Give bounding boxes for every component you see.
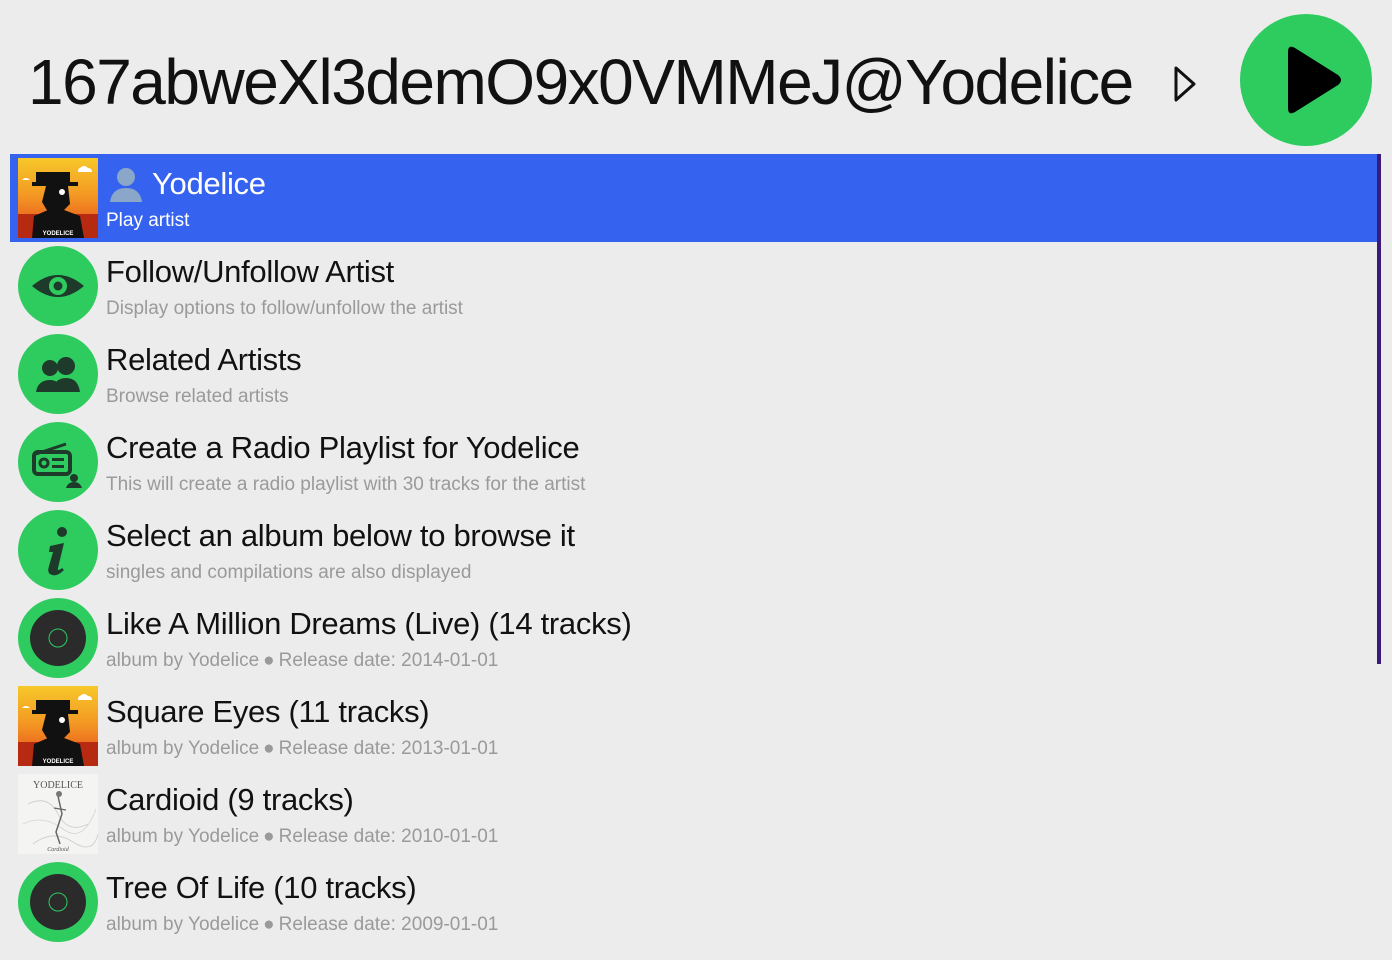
release-date: Release date: 2013-01-01: [278, 738, 499, 759]
people-icon: [18, 334, 98, 414]
svg-text:YODELICE: YODELICE: [43, 231, 74, 237]
list-item-subtitle: Play artist: [106, 210, 190, 231]
list-item-related-artists[interactable]: Related Artists Browse related artists: [10, 330, 1378, 418]
bullet-separator: ●: [263, 738, 275, 759]
list-item-artist[interactable]: YODELICE Yodelice Play artist: [10, 154, 1378, 242]
svg-text:Cardioid: Cardioid: [47, 847, 69, 853]
album-artist: album by Yodelice: [106, 738, 260, 759]
vinyl-icon: [18, 862, 98, 942]
list-item-title: Yodelice: [106, 164, 266, 204]
info-icon: [18, 510, 98, 590]
list-item-subtitle: Browse related artists: [106, 386, 289, 407]
search-query[interactable]: 167abweXl3demO9x0VMMeJ@Yodelice: [28, 40, 1134, 124]
vinyl-icon: [18, 598, 98, 678]
release-date: Release date: 2009-01-01: [278, 914, 499, 935]
square-eyes-cover: YODELICE: [18, 686, 98, 766]
search-header: 167abweXl3demO9x0VMMeJ@Yodelice: [0, 0, 1392, 154]
svg-text:YODELICE: YODELICE: [33, 780, 83, 791]
list-item-title: Tree Of Life (10 tracks): [106, 870, 417, 905]
release-date: Release date: 2014-01-01: [278, 650, 499, 671]
list-item-title: Create a Radio Playlist for Yodelice: [106, 430, 580, 465]
results-list: YODELICE Yodelice Play artist Follow/Unf…: [10, 154, 1378, 946]
release-date: Release date: 2010-01-01: [278, 826, 499, 847]
svg-text:YODELICE: YODELICE: [43, 759, 74, 765]
list-item-title: Follow/Unfollow Artist: [106, 254, 394, 289]
bullet-separator: ●: [263, 914, 275, 935]
list-item-title: Cardioid (9 tracks): [106, 782, 354, 817]
album-artist: album by Yodelice: [106, 650, 260, 671]
radio-icon: [18, 422, 98, 502]
bullet-separator: ●: [263, 826, 275, 847]
list-item-subtitle: album by Yodelice ● Release date: 2013-01-…: [106, 737, 498, 761]
list-item-album[interactable]: Like A Million Dreams (Live) (14 tracks)…: [10, 594, 1378, 682]
play-icon: [1288, 46, 1341, 114]
list-item-album[interactable]: Tree Of Life (10 tracks) album by Yodeli…: [10, 858, 1378, 946]
list-item-album[interactable]: YODELICE Cardioid Cardioid (9 tracks) al…: [10, 770, 1378, 858]
scrollbar[interactable]: [1377, 154, 1381, 664]
artist-cover: YODELICE: [18, 158, 98, 238]
caret-right-icon[interactable]: [1172, 66, 1198, 102]
list-item-title: Like A Million Dreams (Live) (14 tracks): [106, 606, 632, 641]
album-artist: album by Yodelice: [106, 826, 260, 847]
list-item-subtitle: Display options to follow/unfollow the a…: [106, 298, 463, 319]
list-item-radio-playlist[interactable]: Create a Radio Playlist for Yodelice Thi…: [10, 418, 1378, 506]
cardioid-cover: YODELICE Cardioid: [18, 774, 98, 854]
list-item-follow[interactable]: Follow/Unfollow Artist Display options t…: [10, 242, 1378, 330]
bullet-separator: ●: [263, 650, 275, 671]
list-item-subtitle: singles and compilations are also displa…: [106, 562, 472, 583]
album-artist: album by Yodelice: [106, 914, 260, 935]
eye-icon: [18, 246, 98, 326]
user-icon: [110, 168, 142, 202]
list-item-subtitle: album by Yodelice ● Release date: 2014-01-…: [106, 649, 498, 673]
list-item-subtitle: album by Yodelice ● Release date: 2009-01-…: [106, 913, 498, 937]
list-item-album[interactable]: YODELICE Square Eyes (11 tracks) album b…: [10, 682, 1378, 770]
list-item-subtitle: album by Yodelice ● Release date: 2010-01-…: [106, 825, 498, 849]
list-item-info[interactable]: Select an album below to browse it singl…: [10, 506, 1378, 594]
list-item-title: Square Eyes (11 tracks): [106, 694, 430, 729]
play-button[interactable]: [1240, 14, 1372, 146]
list-item-title: Select an album below to browse it: [106, 518, 575, 553]
artist-name: Yodelice: [152, 166, 266, 201]
list-item-title: Related Artists: [106, 342, 302, 377]
list-item-subtitle: This will create a radio playlist with 3…: [106, 474, 586, 495]
